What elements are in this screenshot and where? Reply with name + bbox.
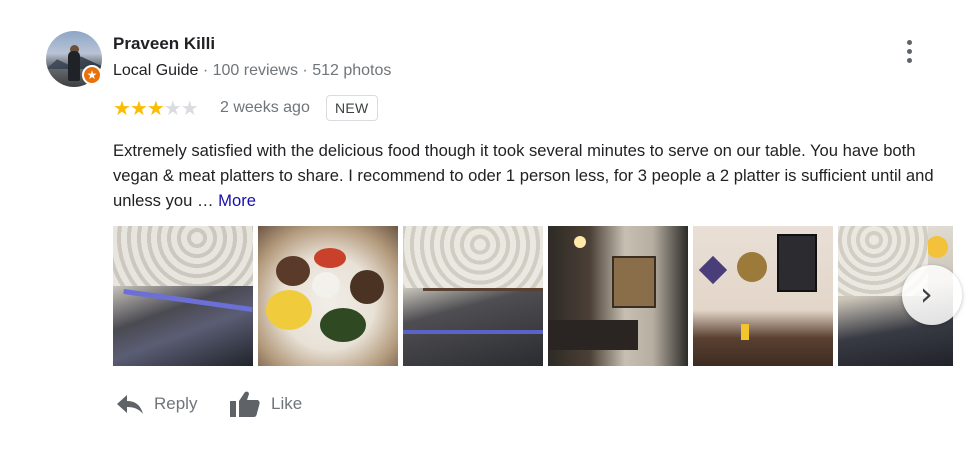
avatar-person <box>68 51 80 81</box>
star-rating: ★★★★★ <box>113 98 199 120</box>
review-photo[interactable] <box>113 226 253 366</box>
local-guide-star-icon: ★ <box>82 65 102 85</box>
star-filled-icon: ★ <box>129 98 148 120</box>
review-text: Extremely satisfied with the delicious f… <box>113 138 953 213</box>
more-link[interactable]: More <box>218 191 256 210</box>
review-time: 2 weeks ago <box>220 99 310 116</box>
review-photo[interactable] <box>548 226 688 366</box>
reply-icon <box>117 395 143 414</box>
reply-label: Reply <box>154 394 198 413</box>
photo-count: 512 photos <box>312 62 392 79</box>
star-empty-icon: ★ <box>180 98 199 120</box>
like-button[interactable]: Like <box>229 389 302 419</box>
star-empty-icon: ★ <box>163 98 182 120</box>
review-photo[interactable] <box>258 226 398 366</box>
star-filled-icon: ★ <box>113 98 131 120</box>
meta-separator: · <box>198 62 213 79</box>
review-photo[interactable] <box>403 226 543 366</box>
review-photo[interactable] <box>693 226 833 366</box>
reply-button[interactable]: Reply <box>116 389 197 419</box>
star-filled-icon: ★ <box>146 98 165 120</box>
reviewer-meta: Local Guide · 100 reviews · 512 photos <box>113 62 391 80</box>
review-count: 100 reviews <box>212 62 298 79</box>
meta-separator: · <box>297 62 313 79</box>
new-badge: NEW <box>326 95 378 121</box>
photo-strip <box>113 226 953 366</box>
reviewer-name[interactable]: Praveen Killi <box>113 34 215 54</box>
like-label: Like <box>271 394 303 413</box>
more-vert-icon[interactable] <box>898 38 920 66</box>
reviewer-role: Local Guide <box>113 62 199 79</box>
chevron-right-icon[interactable]: › <box>902 265 962 325</box>
thumb-up-icon <box>230 391 260 417</box>
